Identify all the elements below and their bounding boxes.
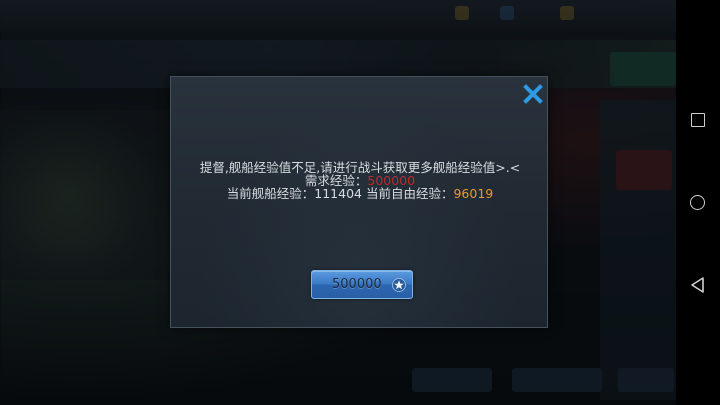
triangle-back-icon bbox=[691, 277, 704, 293]
current-free-exp-value: 96019 bbox=[453, 186, 494, 201]
current-free-exp-label: 当前自由经验： bbox=[365, 186, 454, 201]
insufficient-exp-dialog: 提督,舰船经验值不足,请进行战斗获取更多舰船经验值>.< 需求经验：500000… bbox=[170, 76, 548, 328]
star-icon bbox=[392, 278, 406, 292]
dialog-message: 提督,舰船经验值不足,请进行战斗获取更多舰船经验值>.< 需求经验：500000… bbox=[171, 161, 549, 200]
close-button[interactable] bbox=[519, 80, 547, 108]
recent-apps-button[interactable] bbox=[676, 100, 720, 140]
system-navigation-bar bbox=[676, 0, 720, 405]
home-button[interactable] bbox=[676, 183, 720, 223]
close-icon bbox=[523, 84, 543, 104]
spend-exp-button-value: 500000 bbox=[332, 277, 382, 292]
back-button[interactable] bbox=[676, 265, 720, 305]
message-line-current: 当前舰船经验：111404 当前自由经验：96019 bbox=[171, 187, 549, 200]
current-ship-exp-value: 111404 bbox=[314, 186, 362, 201]
current-ship-exp-label: 当前舰船经验： bbox=[226, 186, 315, 201]
spend-exp-button[interactable]: 500000 bbox=[311, 270, 413, 299]
